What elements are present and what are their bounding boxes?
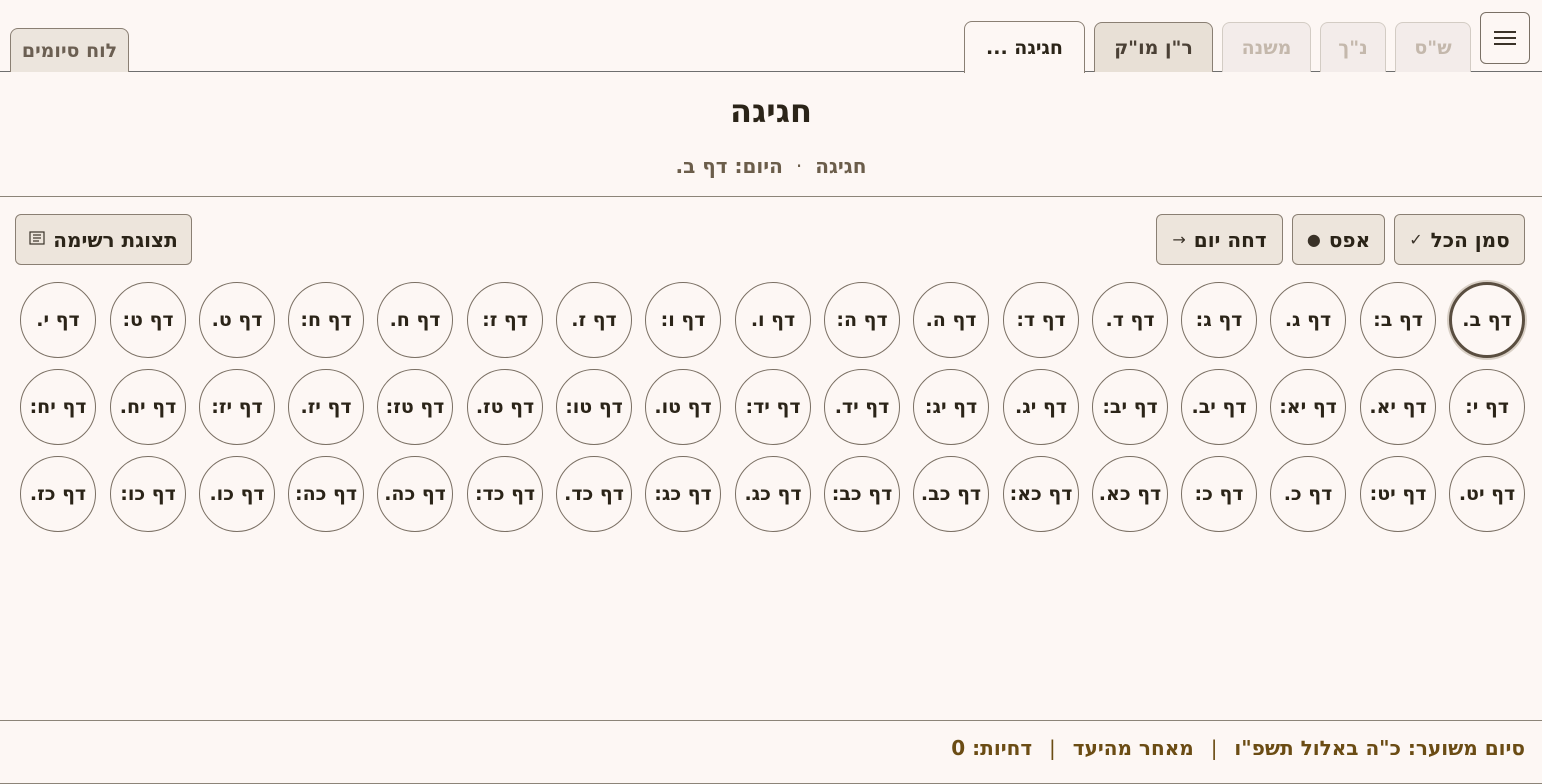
daf-circle[interactable]: דף כה. <box>377 456 453 532</box>
header-divider <box>0 196 1542 197</box>
daf-circle[interactable]: דף כא: <box>1003 456 1079 532</box>
daf-circle[interactable]: דף כו: <box>110 456 186 532</box>
reset-label: אפס <box>1328 227 1371 252</box>
daf-circle[interactable]: דף כו. <box>199 456 275 532</box>
daf-circle[interactable]: דף כ: <box>1181 456 1257 532</box>
daf-circle[interactable]: דף טו: <box>556 369 632 445</box>
tab-siyum-board[interactable]: לוח סיומים <box>10 28 129 72</box>
daf-circle[interactable]: דף טו. <box>645 369 721 445</box>
daf-circle[interactable]: דף כז. <box>20 456 96 532</box>
daf-circle[interactable]: דף כד: <box>467 456 543 532</box>
footer-divider <box>0 720 1542 721</box>
daf-circle[interactable]: דף כד. <box>556 456 632 532</box>
daf-circle[interactable]: דף יד. <box>824 369 900 445</box>
menu-button[interactable] <box>1480 12 1530 64</box>
subtitle-today: היום: דף ב. <box>675 154 783 178</box>
daf-circle[interactable]: דף טז: <box>377 369 453 445</box>
hamburger-icon <box>1494 31 1516 45</box>
footer-separator: | <box>1049 736 1056 760</box>
subtitle-tractate: חגיגה <box>815 154 867 178</box>
postpone-label: דחה יום <box>1193 227 1267 252</box>
postpone-day-button[interactable]: דחה יום → <box>1156 214 1283 265</box>
daf-circle[interactable]: דף כג: <box>645 456 721 532</box>
footer-status: סיום משוער: כ"ה באלול תשפ"ו | מאחר מהיעד… <box>951 736 1525 760</box>
daf-circle[interactable]: דף י. <box>20 282 96 358</box>
tab-active-chagiga[interactable]: חגיגה ... <box>964 21 1085 73</box>
arrow-right-icon: → <box>1172 230 1186 249</box>
daf-circle[interactable]: דף יג. <box>1003 369 1079 445</box>
daf-circle[interactable]: דף ז. <box>556 282 632 358</box>
mark-all-button[interactable]: סמן הכל ✓ <box>1394 214 1525 265</box>
tab-mishna[interactable]: משנה <box>1222 22 1311 72</box>
page-subtitle: חגיגה · היום: דף ב. <box>0 154 1542 178</box>
subtitle-dot: · <box>795 154 803 178</box>
daf-circle[interactable]: דף ד. <box>1092 282 1168 358</box>
bomb-icon: ● <box>1306 230 1321 249</box>
daf-circle[interactable]: דף ו: <box>645 282 721 358</box>
daf-circle[interactable]: דף ג. <box>1270 282 1346 358</box>
tab-bar: ש"ס נ"ך משנה ר"ן מו"ק חגיגה ... לוח סיומ… <box>0 0 1542 73</box>
tab-ran[interactable]: ר"ן מו"ק <box>1094 22 1213 72</box>
list-view-label: תצוגת רשימה <box>53 227 178 252</box>
daf-circle[interactable]: דף כא. <box>1092 456 1168 532</box>
daf-circle[interactable]: דף כג. <box>735 456 811 532</box>
daf-circle[interactable]: דף ח: <box>288 282 364 358</box>
reset-button[interactable]: אפס ● <box>1292 214 1385 265</box>
daf-circle[interactable]: דף כ. <box>1270 456 1346 532</box>
daf-circle[interactable]: דף יט: <box>1360 456 1436 532</box>
daf-circle[interactable]: דף יח: <box>20 369 96 445</box>
daf-circle[interactable]: דף יז: <box>199 369 275 445</box>
page-title: חגיגה <box>730 92 812 130</box>
daf-circle[interactable]: דף כב. <box>913 456 989 532</box>
postponement-count: דחיות: 0 <box>951 736 1033 760</box>
daf-circle[interactable]: דף ו. <box>735 282 811 358</box>
daf-circle[interactable]: דף ב. <box>1449 282 1525 358</box>
daf-circle[interactable]: דף כה: <box>288 456 364 532</box>
daf-circle[interactable]: דף ט: <box>110 282 186 358</box>
footer-separator: | <box>1210 736 1218 760</box>
schedule-status: מאחר מהיעד <box>1072 736 1194 760</box>
daf-circle[interactable]: דף יא. <box>1360 369 1436 445</box>
list-view-button[interactable]: תצוגת רשימה <box>15 214 192 265</box>
daf-circle[interactable]: דף טז. <box>467 369 543 445</box>
check-icon: ✓ <box>1409 230 1423 249</box>
daf-circle[interactable]: דף ג: <box>1181 282 1257 358</box>
daf-circle[interactable]: דף כב: <box>824 456 900 532</box>
tab-nach[interactable]: נ"ך <box>1320 22 1386 72</box>
daf-circle[interactable]: דף ח. <box>377 282 453 358</box>
daf-circle[interactable]: דף ט. <box>199 282 275 358</box>
tab-shas[interactable]: ש"ס <box>1395 22 1471 72</box>
daf-circle[interactable]: דף יב. <box>1181 369 1257 445</box>
list-icon <box>29 230 45 249</box>
daf-circle[interactable]: דף יד: <box>735 369 811 445</box>
daf-circle[interactable]: דף ב: <box>1360 282 1436 358</box>
daf-circle[interactable]: דף ה: <box>824 282 900 358</box>
daf-circle[interactable]: דף יז. <box>288 369 364 445</box>
daf-circle[interactable]: דף ד: <box>1003 282 1079 358</box>
daf-circle[interactable]: דף ז: <box>467 282 543 358</box>
daf-circle[interactable]: דף יט. <box>1449 456 1525 532</box>
daf-circle[interactable]: דף יג: <box>913 369 989 445</box>
daf-circle[interactable]: דף יח. <box>110 369 186 445</box>
daf-circle[interactable]: דף יב: <box>1092 369 1168 445</box>
estimated-siyum: סיום משוער: כ"ה באלול תשפ"ו <box>1234 736 1525 760</box>
daf-circle[interactable]: דף י: <box>1449 369 1525 445</box>
daf-circle[interactable]: דף ה. <box>913 282 989 358</box>
mark-all-label: סמן הכל <box>1430 227 1510 252</box>
daf-circle[interactable]: דף יא: <box>1270 369 1346 445</box>
daf-grid: דף ב. דף ב: דף ג. דף ג: דף ד. דף ד: דף ה. דף ה:… <box>0 280 1542 532</box>
